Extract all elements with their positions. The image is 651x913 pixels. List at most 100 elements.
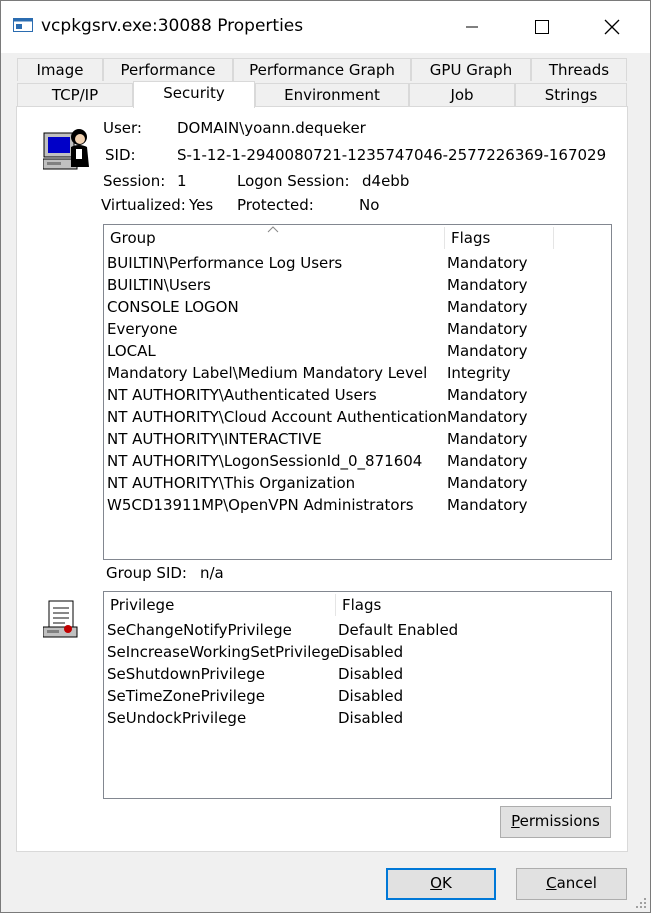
table-row[interactable]: LOCAL <box>107 340 156 362</box>
table-row[interactable]: CONSOLE LOGON <box>107 296 239 318</box>
table-row[interactable]: NT AUTHORITY\INTERACTIVE <box>107 428 322 450</box>
table-row[interactable]: NT AUTHORITY\Authenticated Users <box>107 384 377 406</box>
tab-security[interactable]: Security <box>133 81 255 108</box>
group-name: W5CD13911MP\OpenVPN Administrators <box>107 496 414 514</box>
group-name: BUILTIN\Users <box>107 276 211 294</box>
table-row[interactable]: SeShutdownPrivilege <box>107 663 265 685</box>
group-flag: Mandatory <box>447 254 528 272</box>
group-name: NT AUTHORITY\This Organization <box>107 474 356 492</box>
table-row[interactable]: W5CD13911MP\OpenVPN Administrators <box>107 494 414 516</box>
sort-ascending-icon <box>267 226 279 233</box>
sid-label: SID: <box>105 146 136 164</box>
group-flag: Mandatory <box>447 430 528 448</box>
group-flag: Mandatory <box>447 276 528 294</box>
group-sid-label: Group SID: <box>106 564 187 582</box>
group-flag: Mandatory <box>447 474 528 492</box>
tab-environment[interactable]: Environment <box>255 83 409 106</box>
group-name: BUILTIN\Performance Log Users <box>107 254 343 272</box>
tab-gpu-graph[interactable]: GPU Graph <box>411 58 531 81</box>
protected-value: No <box>359 196 380 214</box>
session-value: 1 <box>177 172 187 190</box>
tab-tcp-ip[interactable]: TCP/IP <box>17 83 133 106</box>
cancel-button[interactable]: Cancel <box>516 868 627 900</box>
privilege-name: SeIncreaseWorkingSetPrivilege <box>107 643 340 661</box>
maximize-icon <box>535 20 549 34</box>
table-row[interactable]: BUILTIN\Users <box>107 274 211 296</box>
sid-value: S-1-12-1-2940080721-1235747046-257722636… <box>177 146 607 164</box>
minimize-icon <box>466 26 478 28</box>
group-flag: Mandatory <box>447 342 528 360</box>
privilege-column-header[interactable]: Privilege <box>104 592 335 618</box>
window-properties-icon <box>13 18 33 32</box>
document-certificate-icon <box>42 599 79 639</box>
ok-button[interactable]: OK <box>386 868 496 900</box>
table-row[interactable]: SeChangeNotifyPrivilege <box>107 619 292 641</box>
resize-grip-icon[interactable] <box>635 897 647 909</box>
tab-strings[interactable]: Strings <box>515 83 627 106</box>
group-flag: Mandatory <box>447 408 528 426</box>
logon-session-label: Logon Session: <box>237 172 350 190</box>
privilege-flags-column-header[interactable]: Flags <box>336 592 456 618</box>
window-title: vcpkgsrv.exe:30088 Properties <box>41 16 304 36</box>
group-sid-value: n/a <box>200 564 224 582</box>
privilege-name: SeShutdownPrivilege <box>107 665 265 683</box>
virtualized-value: Yes <box>189 196 214 214</box>
tab-performance[interactable]: Performance <box>103 58 233 81</box>
group-flag: Integrity <box>447 364 511 382</box>
group-name: Everyone <box>107 320 178 338</box>
table-row[interactable]: NT AUTHORITY\Cloud Account Authenticatio… <box>107 406 447 428</box>
group-name: NT AUTHORITY\Authenticated Users <box>107 386 377 404</box>
table-row[interactable]: Mandatory Label\Medium Mandatory Level <box>107 362 427 384</box>
privilege-flag: Disabled <box>338 643 404 661</box>
group-flag: Mandatory <box>447 496 528 514</box>
table-row[interactable]: BUILTIN\Performance Log Users <box>107 252 342 274</box>
cancel-label: ancel <box>556 874 597 892</box>
user-value: DOMAIN\yoann.dequeker <box>177 119 366 137</box>
group-name: NT AUTHORITY\INTERACTIVE <box>107 430 322 448</box>
table-row[interactable]: SeIncreaseWorkingSetPrivilege <box>107 641 339 663</box>
group-name: Mandatory Label\Medium Mandatory Level <box>107 364 428 382</box>
maximize-button[interactable] <box>519 1 565 53</box>
table-row[interactable]: Everyone <box>107 318 178 340</box>
table-row[interactable]: NT AUTHORITY\This Organization <box>107 472 355 494</box>
group-name: NT AUTHORITY\LogonSessionId_0_871604 <box>107 452 423 470</box>
ok-label: K <box>441 874 452 892</box>
privilege-name: SeTimeZonePrivilege <box>107 687 265 705</box>
group-name: LOCAL <box>107 342 156 360</box>
group-name: NT AUTHORITY\Cloud Account Authenticatio… <box>107 408 447 426</box>
privilege-flag: Disabled <box>338 665 404 683</box>
privilege-name: SeChangeNotifyPrivilege <box>107 621 292 639</box>
table-row[interactable]: SeUndockPrivilege <box>107 707 246 729</box>
title-bar[interactable]: vcpkgsrv.exe:30088 Properties <box>1 1 650 53</box>
session-label: Session: <box>103 172 166 190</box>
table-row[interactable]: NT AUTHORITY\LogonSessionId_0_871604 <box>107 450 422 472</box>
group-flag: Mandatory <box>447 298 528 316</box>
tab-threads[interactable]: Threads <box>531 58 627 81</box>
user-computer-icon <box>42 125 91 175</box>
permissions-label: ermissions <box>519 812 600 830</box>
ok-accel: O <box>430 874 442 892</box>
minimize-button[interactable] <box>449 1 495 53</box>
close-button[interactable] <box>589 1 635 53</box>
virtualized-label: Virtualized: <box>101 196 186 214</box>
user-label: User: <box>103 119 142 137</box>
logon-session-value: d4ebb <box>362 172 410 190</box>
privilege-flag: Disabled <box>338 709 404 727</box>
group-flag: Mandatory <box>447 320 528 338</box>
tab-image[interactable]: Image <box>17 58 103 81</box>
group-flag: Mandatory <box>447 452 528 470</box>
permissions-button[interactable]: Permissions <box>500 806 611 838</box>
protected-label: Protected: <box>237 196 314 214</box>
cancel-accel: C <box>546 874 557 892</box>
privilege-flag: Disabled <box>338 687 404 705</box>
close-icon <box>604 19 620 35</box>
tab-performance-graph[interactable]: Performance Graph <box>233 58 411 81</box>
privileges-list[interactable]: Privilege Flags SeChangeNotifyPrivilege … <box>103 591 612 799</box>
groups-list[interactable]: Group Flags BUILTIN\Performance Log User… <box>103 224 612 560</box>
security-tab-panel: User: DOMAIN\yoann.dequeker SID: S-1-12-… <box>16 106 628 852</box>
privilege-flag: Default Enabled <box>338 621 459 639</box>
group-flags-column-header[interactable]: Flags <box>445 225 553 251</box>
tab-job[interactable]: Job <box>409 83 515 106</box>
properties-window: vcpkgsrv.exe:30088 Properties Image Perf… <box>0 0 651 913</box>
table-row[interactable]: SeTimeZonePrivilege <box>107 685 265 707</box>
